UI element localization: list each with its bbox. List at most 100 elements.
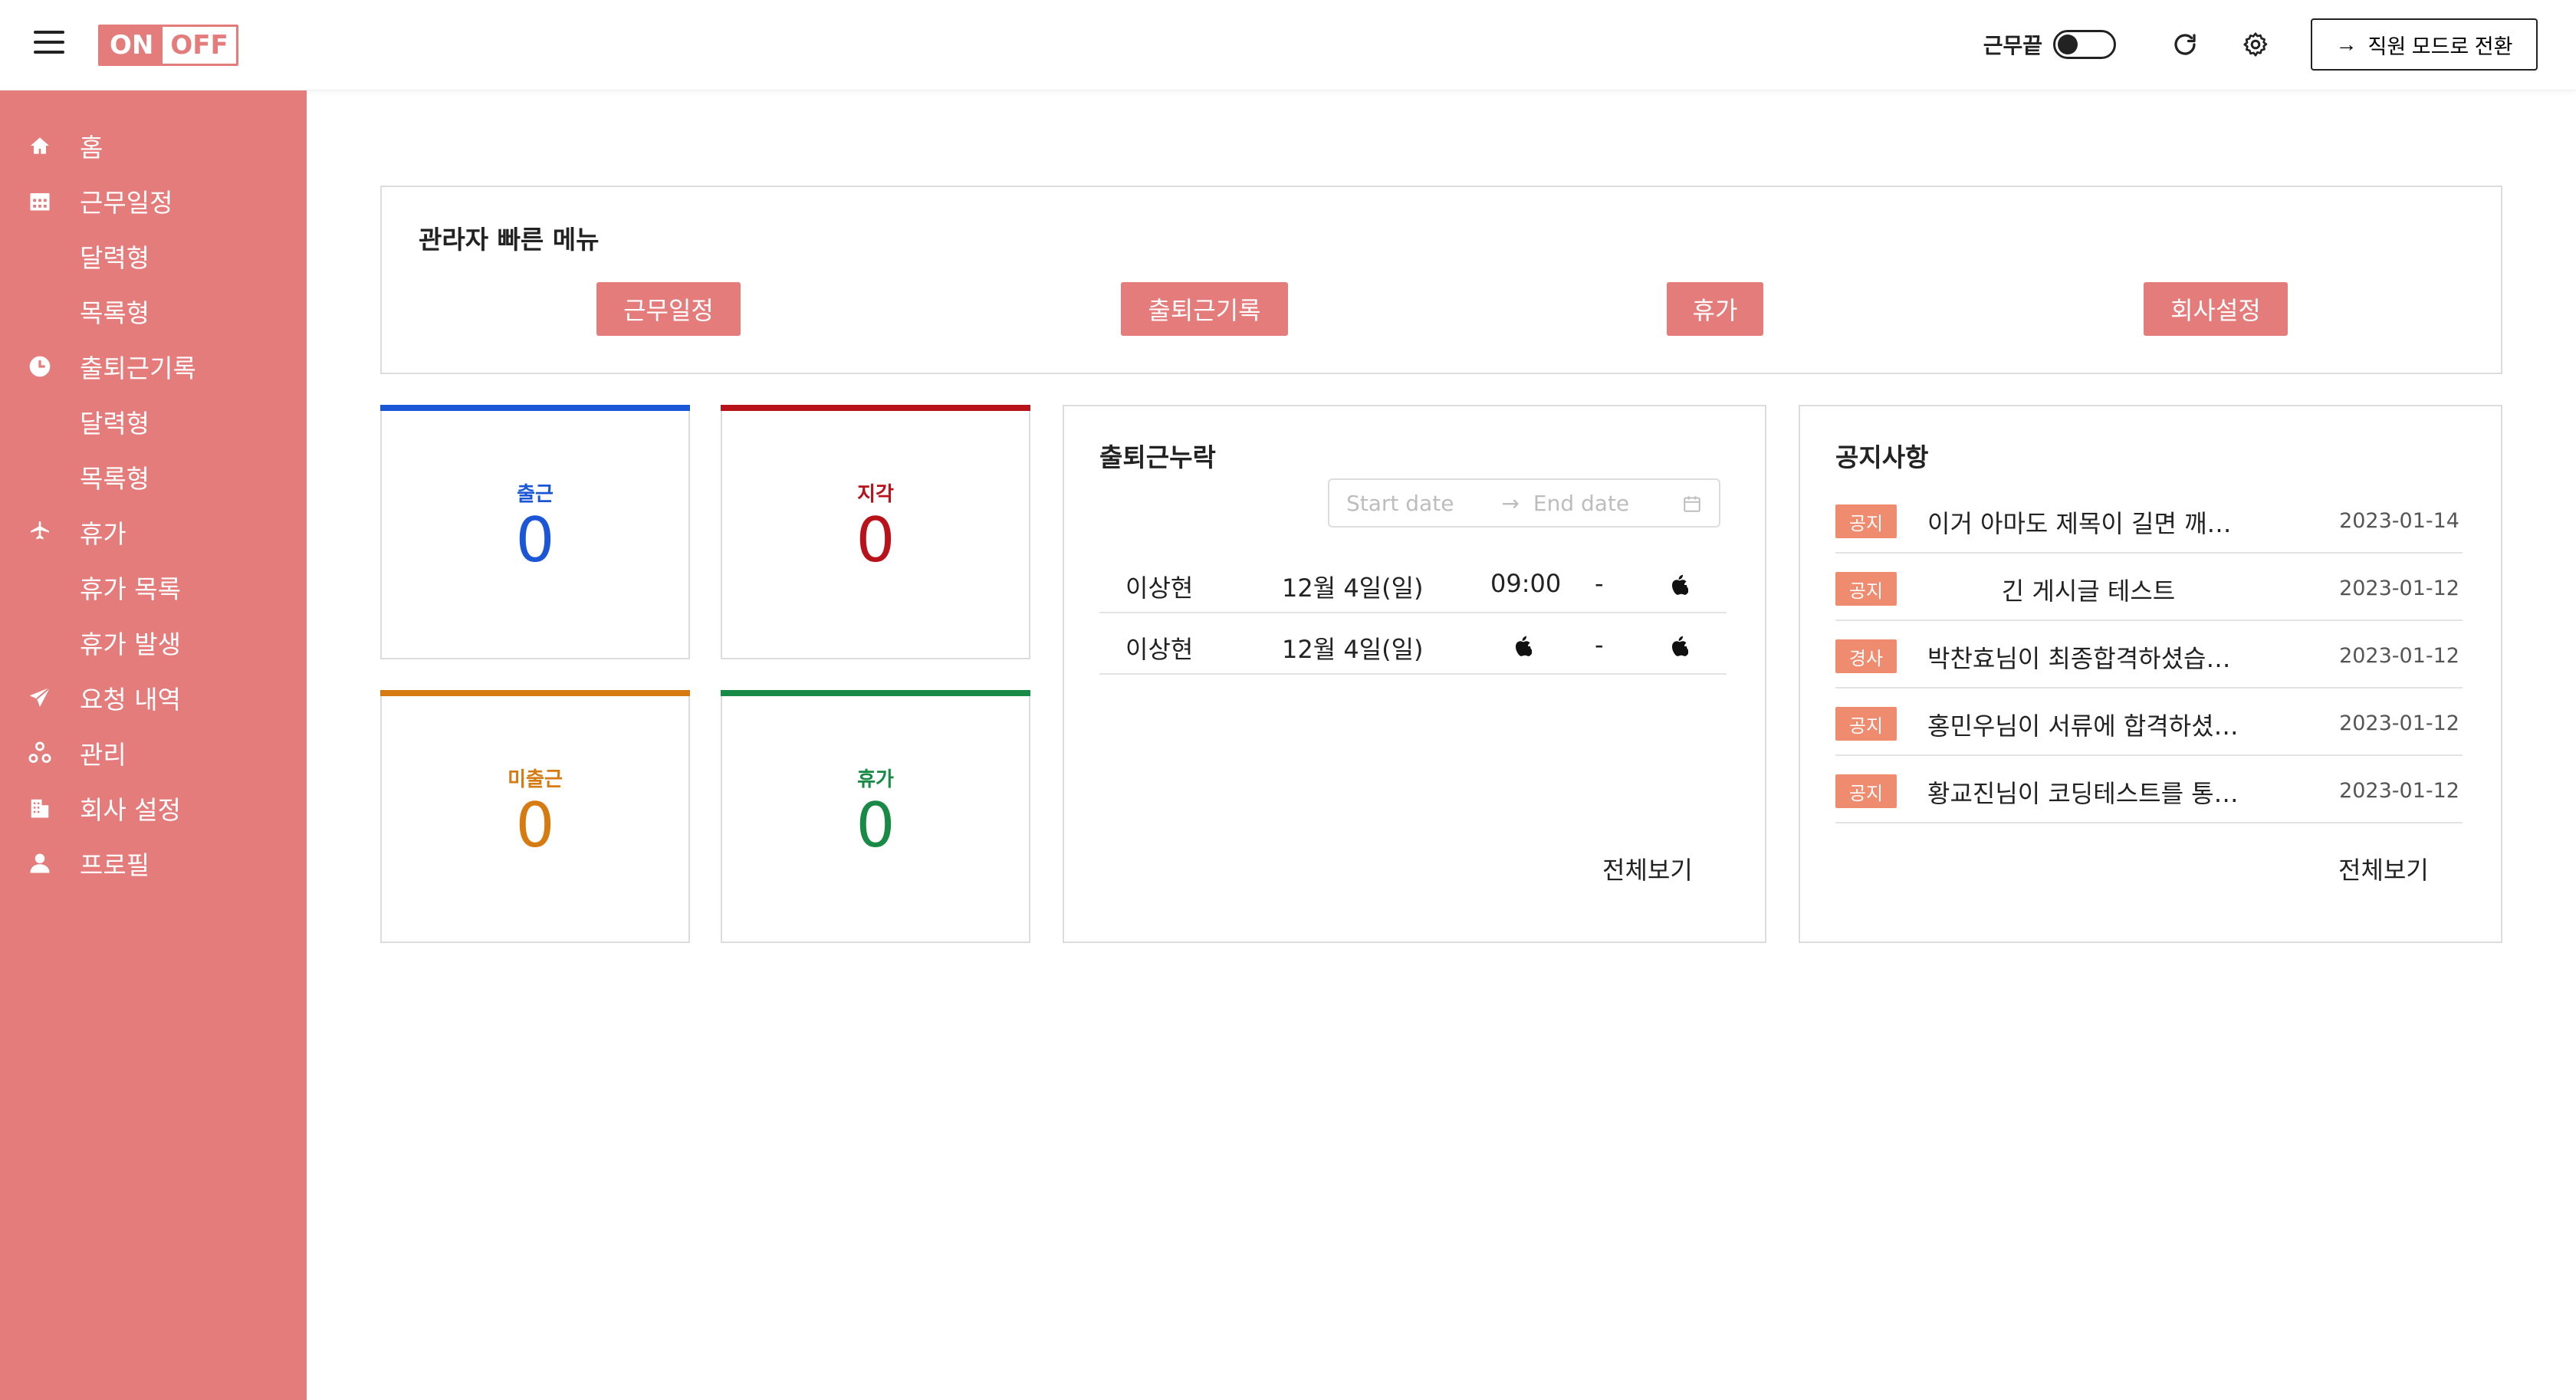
- list-item[interactable]: 공지 홍민우님이 서류에 합격하셨습니다 2023-01-12: [1835, 688, 2463, 756]
- airplane-icon: [0, 520, 80, 544]
- employee-name: 이상현: [1125, 635, 1194, 664]
- sidebar-item-label: 회사 설정: [80, 795, 181, 825]
- dash-separator: -: [1595, 569, 1604, 598]
- settings-gear-icon[interactable]: [2240, 29, 2271, 60]
- notice-badge: 공지: [1835, 707, 1897, 741]
- attendance-date: 12월 4일(일): [1282, 573, 1424, 603]
- sidebar-item-company-settings[interactable]: 회사 설정: [0, 784, 307, 833]
- sidebar-item-label: 휴가 발생: [80, 629, 181, 659]
- sidebar-item-attendance[interactable]: 출퇴근기록: [0, 342, 307, 391]
- building-icon: [0, 797, 80, 820]
- notice-date: 2023-01-12: [2339, 779, 2459, 803]
- sidebar-item-vacation-list[interactable]: 휴가 목록: [0, 563, 307, 612]
- notice-title[interactable]: 이거 아마도 제목이 길면 깨지지 않을까: [1927, 504, 2249, 540]
- app-logo[interactable]: ON OFF: [98, 25, 238, 66]
- header-actions: 근무끝 → 직원 모드로 전환: [1983, 18, 2538, 71]
- logo-on: ON: [100, 27, 163, 64]
- sidebar-item-profile[interactable]: 프로필: [0, 839, 307, 888]
- sidebar-item-label: 홈: [80, 133, 104, 163]
- list-item[interactable]: 공지 이거 아마도 제목이 길면 깨지지 않을까 2023-01-14: [1835, 486, 2463, 554]
- work-toggle-label: 근무끝: [1983, 33, 2042, 58]
- notice-date: 2023-01-12: [2339, 644, 2459, 668]
- start-date-input[interactable]: Start date: [1346, 491, 1454, 516]
- attendance-view-all-link[interactable]: 전체보기: [1602, 851, 1693, 886]
- notice-title[interactable]: 홍민우님이 서류에 합격하셨습니다: [1927, 707, 2249, 742]
- sidebar-item-label: 달력형: [80, 243, 150, 273]
- notice-badge: 공지: [1835, 774, 1897, 808]
- stat-card-late[interactable]: 지각 0: [721, 405, 1030, 659]
- sidebar-item-schedule-list[interactable]: 목록형: [0, 287, 307, 336]
- notice-title[interactable]: 황교진님이 코딩테스트를 통과하셨습니다: [1927, 774, 2249, 810]
- sidebar-item-attendance-list[interactable]: 목록형: [0, 452, 307, 501]
- stat-card-absent[interactable]: 미출근 0: [380, 690, 690, 943]
- work-toggle[interactable]: [2053, 30, 2116, 59]
- sidebar-item-label: 프로필: [80, 850, 150, 880]
- employee-name: 이상현: [1125, 573, 1194, 603]
- notice-title[interactable]: 긴 게시글 테스트: [1927, 572, 2249, 607]
- sidebar-item-label: 관리: [80, 740, 127, 770]
- stat-accent-bar: [380, 690, 690, 696]
- sidebar-item-label: 목록형: [80, 464, 150, 494]
- sidebar-item-label: 근무일정: [80, 188, 173, 218]
- stat-card-vacation[interactable]: 휴가 0: [721, 690, 1030, 943]
- sidebar-item-schedule-calendar[interactable]: 달력형: [0, 232, 307, 281]
- date-range-picker[interactable]: Start date → End date: [1328, 478, 1720, 527]
- sidebar-item-vacation-grant[interactable]: 휴가 발생: [0, 618, 307, 667]
- send-icon: [0, 685, 80, 710]
- sidebar-item-label: 달력형: [80, 409, 150, 439]
- apple-icon: [1670, 633, 1690, 662]
- range-arrow-icon: →: [1501, 490, 1520, 516]
- notice-date: 2023-01-12: [2339, 712, 2459, 735]
- sidebar-item-schedule[interactable]: 근무일정: [0, 176, 307, 225]
- sidebar-item-vacation[interactable]: 휴가: [0, 508, 307, 557]
- stat-value: 0: [515, 504, 555, 576]
- top-header: ON OFF 근무끝 → 직원 모드로 전환: [0, 0, 2576, 90]
- notice-badge: 공지: [1835, 572, 1897, 606]
- list-item[interactable]: 경사 박찬효님이 최종합격하셨습니다 2023-01-12: [1835, 621, 2463, 688]
- switch-employee-mode-button[interactable]: → 직원 모드로 전환: [2311, 18, 2538, 71]
- arrow-right-icon: →: [2335, 32, 2358, 56]
- stat-accent-bar: [721, 405, 1030, 411]
- table-row[interactable]: 이상현 12월 4일(일) -: [1099, 613, 1727, 675]
- notice-title[interactable]: 박찬효님이 최종합격하셨습니다: [1927, 639, 2249, 675]
- sidebar-item-label: 요청 내역: [80, 685, 181, 715]
- logo-off: OFF: [163, 27, 236, 64]
- notice-badge: 공지: [1835, 504, 1897, 538]
- hamburger-menu-icon[interactable]: [34, 31, 64, 58]
- list-item[interactable]: 공지 황교진님이 코딩테스트를 통과하셨습니다 2023-01-12: [1835, 756, 2463, 823]
- dash-separator: -: [1595, 630, 1604, 659]
- sidebar-item-manage[interactable]: 관리: [0, 728, 307, 777]
- apple-icon: [1513, 633, 1533, 662]
- end-date-input[interactable]: End date: [1533, 491, 1629, 516]
- sidebar-item-attendance-calendar[interactable]: 달력형: [0, 397, 307, 446]
- quick-company-settings-button[interactable]: 회사설정: [2144, 282, 2288, 336]
- quick-vacation-button[interactable]: 휴가: [1667, 282, 1763, 336]
- stat-card-checkin[interactable]: 출근 0: [380, 405, 690, 659]
- home-icon: [0, 133, 80, 158]
- stat-label: 출근: [517, 483, 554, 506]
- calendar-icon: [1682, 494, 1702, 519]
- quick-attendance-button[interactable]: 출퇴근기록: [1121, 282, 1288, 336]
- notices-view-all-link[interactable]: 전체보기: [2338, 851, 2429, 886]
- notices-card-title: 공지사항: [1835, 442, 1929, 472]
- attendance-card-title: 출퇴근누락: [1099, 442, 1216, 472]
- table-row[interactable]: 이상현 12월 4일(일) 09:00 -: [1099, 552, 1727, 613]
- sidebar: 홈 근무일정 달력형 목록형 출퇴근기록 달력형 목록형 휴가 휴가 목록 휴가…: [0, 90, 307, 1400]
- notice-badge: 경사: [1835, 639, 1897, 673]
- stat-value: 0: [856, 504, 895, 576]
- sidebar-item-label: 출퇴근기록: [80, 353, 196, 383]
- clock-icon: [0, 354, 80, 379]
- list-item[interactable]: 공지 긴 게시글 테스트 2023-01-12: [1835, 554, 2463, 621]
- mode-button-label: 직원 모드로 전환: [2367, 35, 2513, 58]
- sidebar-item-label: 목록형: [80, 298, 150, 328]
- refresh-icon[interactable]: [2170, 29, 2200, 60]
- quick-schedule-button[interactable]: 근무일정: [596, 282, 741, 336]
- sidebar-item-home[interactable]: 홈: [0, 121, 307, 170]
- sidebar-item-requests[interactable]: 요청 내역: [0, 673, 307, 722]
- sidebar-item-label: 휴가 목록: [80, 574, 181, 604]
- attendance-missing-card: 출퇴근누락 Start date → End date 이상현 12월 4일(일…: [1063, 405, 1766, 943]
- cluster-icon: [0, 740, 80, 766]
- check-in-time: 09:00: [1490, 569, 1562, 598]
- stat-label: 휴가: [857, 768, 894, 791]
- user-icon: [0, 852, 80, 875]
